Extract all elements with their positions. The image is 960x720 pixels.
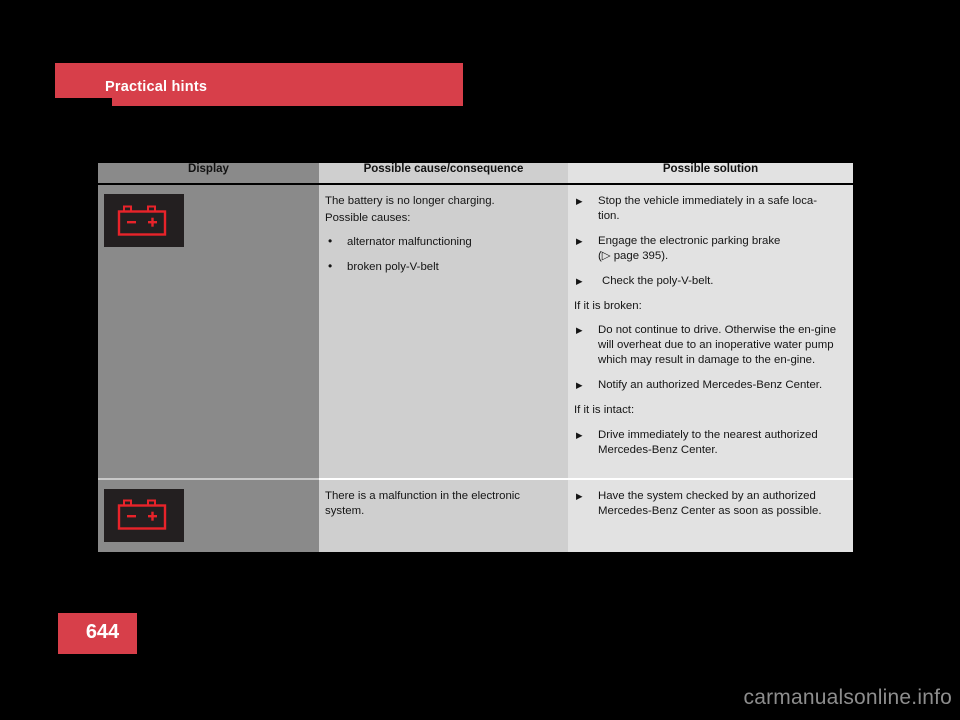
solution-item-1-line-1: Stop the vehicle immediately in a safe l…	[598, 195, 818, 207]
solution-item-2-line-1: Engage the electronic parking brake	[598, 235, 781, 248]
list-item: Engage the electronic parking brake (▷ p…	[574, 234, 843, 264]
column-header-display: Display	[98, 163, 319, 185]
table-row: The battery is no longer charging. Possi…	[98, 184, 853, 479]
list-item: Stop the vehicle immediately in a safe l…	[574, 194, 843, 224]
solution-action-list: Have the system checked by an authorized…	[574, 489, 843, 519]
table-row: There is a malfunction in the electronic…	[98, 477, 853, 552]
battery-warning-icon	[104, 194, 184, 247]
cell-display	[98, 477, 319, 552]
list-item: Drive immediately to the nearest authori…	[574, 428, 843, 458]
watermark: carmanualsonline.info	[743, 686, 952, 709]
solution-action-list-top: Stop the vehicle immediately in a safe l…	[574, 194, 843, 289]
column-header-solution: Possible solution	[568, 163, 853, 185]
cell-solution: Stop the vehicle immediately in a safe l…	[568, 184, 853, 479]
solution-action-list-intact: Drive immediately to the nearest authori…	[574, 428, 843, 458]
list-item: Notify an authorized Mercedes-Benz Cente…	[574, 378, 843, 393]
list-item: Do not continue to drive. Otherwise the …	[574, 323, 843, 368]
solution-item-1-line-2: tion.	[598, 210, 620, 223]
section-title: Practical hints	[105, 79, 208, 95]
column-header-cause: Possible cause/consequence	[319, 163, 568, 185]
list-item: broken poly-V-belt	[325, 259, 558, 275]
cell-cause: There is a malfunction in the electronic…	[319, 477, 568, 552]
list-item: Check the poly-V-belt.	[574, 274, 843, 289]
page-reference[interactable]: (▷ page 395).	[598, 250, 668, 262]
cell-solution: Have the system checked by an authorized…	[568, 477, 853, 552]
cell-cause: The battery is no longer charging. Possi…	[319, 184, 568, 479]
cause-lead-line-2: Possible causes:	[325, 212, 411, 225]
page-number: 644	[85, 621, 120, 643]
solution-label-broken: If it is broken:	[574, 300, 642, 313]
battery-warning-icon	[104, 488, 184, 542]
table-header-row: Display Possible cause/consequence Possi…	[98, 163, 853, 185]
cause-bullet-list: alternator malfunctioning broken poly-V-…	[325, 234, 558, 275]
warning-lamp-table: Display Possible cause/consequence Possi…	[98, 163, 853, 552]
section-header-notch	[55, 98, 112, 106]
list-item: Have the system checked by an authorized…	[574, 489, 843, 519]
solution-label-intact: If it is intact:	[574, 404, 635, 417]
list-item: alternator malfunctioning	[325, 234, 558, 250]
cause-lead-line-1: The battery is no longer charging.	[325, 195, 495, 207]
cell-display	[98, 184, 319, 479]
solution-action-list-broken: Do not continue to drive. Otherwise the …	[574, 323, 843, 393]
cause-text: There is a malfunction in the electronic…	[325, 489, 521, 517]
